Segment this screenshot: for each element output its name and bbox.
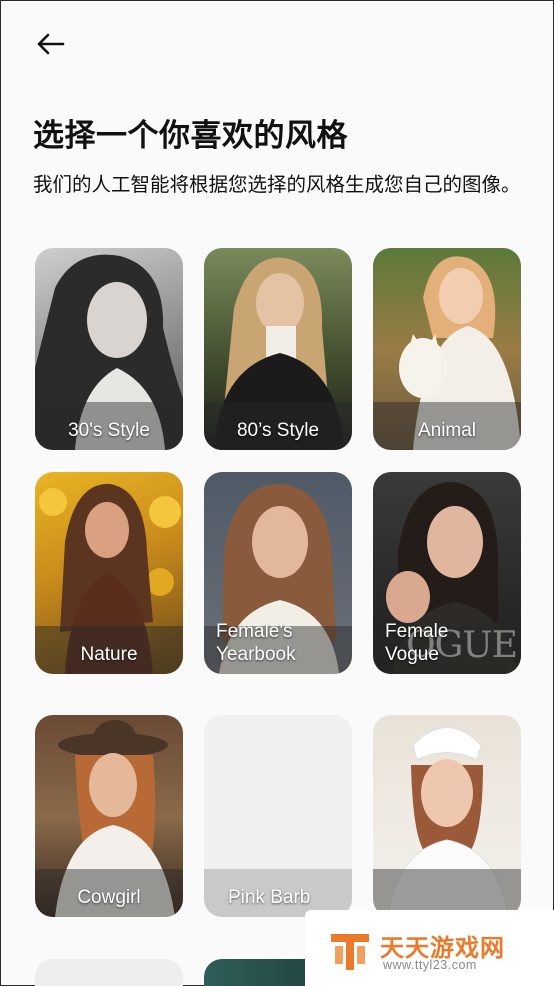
arrow-left-icon xyxy=(37,33,65,55)
style-card-animal[interactable]: Animal xyxy=(373,248,521,450)
style-label: Cowgirl xyxy=(77,887,141,908)
style-label: Animal xyxy=(417,420,477,441)
style-card-nature[interactable]: Nature xyxy=(35,472,183,674)
style-card-partial[interactable] xyxy=(35,959,183,986)
style-card-80s[interactable]: 80’s Style xyxy=(204,248,352,450)
style-label: Pink Barb xyxy=(228,887,311,908)
style-card-cowgirl[interactable]: Cowgirl xyxy=(35,715,183,917)
style-card-female-yearbook[interactable]: Female's Yearbook xyxy=(204,472,352,674)
style-label: Female Vogue xyxy=(385,621,449,665)
style-card-pink-barbie[interactable]: Pink Barb xyxy=(204,715,352,917)
style-label: Female's Yearbook xyxy=(216,621,296,665)
back-button[interactable] xyxy=(32,28,68,60)
style-card-30s[interactable]: 30's Style xyxy=(35,248,183,450)
style-card-female-vogue[interactable]: OGUE Female Vogue xyxy=(373,472,521,674)
style-label: Nature xyxy=(80,644,138,665)
site-logo-icon xyxy=(331,934,369,970)
style-label: 30's Style xyxy=(68,420,150,441)
site-url: www.ttyl23.com xyxy=(383,958,477,972)
style-card-nurse[interactable] xyxy=(373,715,521,917)
page-subtitle: 我们的人工智能将根据您选择的风格生成您自己的图像。 xyxy=(33,173,521,196)
site-watermark: 天天游戏网 www.ttyl23.com xyxy=(305,910,554,986)
style-label: 80’s Style xyxy=(236,420,320,441)
page-title: 选择一个你喜欢的风格 xyxy=(33,118,348,154)
